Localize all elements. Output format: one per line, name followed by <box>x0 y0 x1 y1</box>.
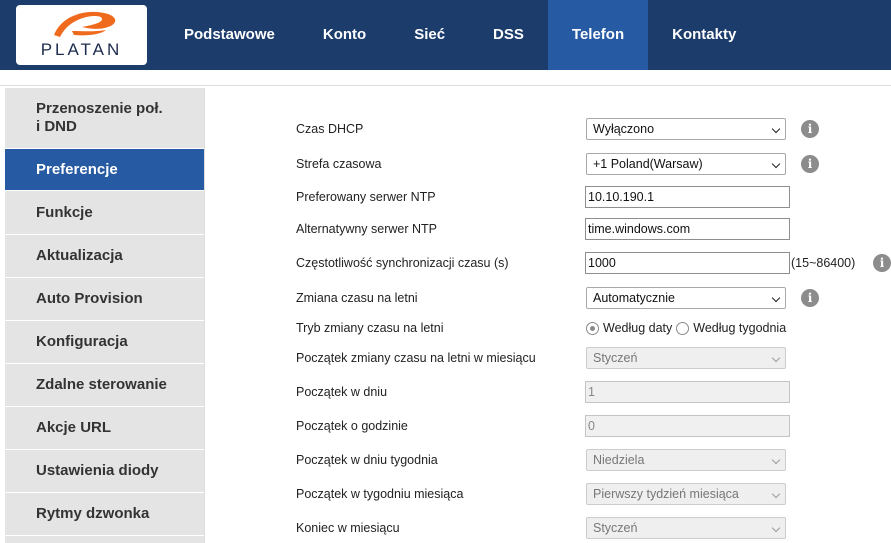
field-label: Początek w dniu <box>296 385 388 399</box>
logo-swoosh-icon <box>54 11 116 37</box>
field-label: Alternatywny serwer NTP <box>296 222 438 236</box>
field-label: Czas DHCP <box>296 122 364 136</box>
sync-interval-range: (15~86400) <box>791 256 856 270</box>
select-value: Styczeń <box>593 351 638 365</box>
field-label: Tryb zmiany czasu na letni <box>296 321 444 335</box>
nav-tab-dss[interactable]: DSS <box>469 0 548 70</box>
info-icon[interactable]: i <box>801 120 819 138</box>
end-month-select[interactable]: Styczeń <box>586 517 786 539</box>
form-row-ntp-primary: Preferowany serwer NTP 10.10.190.1 <box>205 184 891 210</box>
sidebar-item-label: Konfiguracja <box>36 333 128 350</box>
nav-tab-siec[interactable]: Sieć <box>390 0 469 70</box>
radio-label-by-date: Według daty <box>603 321 673 335</box>
form-row-dst: Zmiana czasu na letni Automatycznie i <box>205 285 891 311</box>
chevron-down-icon <box>771 293 781 303</box>
sidebar: Przenoszenie poł. i DND Preferencje Funk… <box>5 88 204 543</box>
field-label: Początek w dniu tygodnia <box>296 453 438 467</box>
radio-by-date[interactable] <box>586 321 599 335</box>
ntp-primary-input[interactable]: 10.10.190.1 <box>585 186 790 208</box>
sidebar-item-led-settings[interactable]: Ustawienia diody <box>5 450 204 493</box>
form-row-start-day: Początek w dniu 1 <box>205 379 891 405</box>
field-label: Początek o godzinie <box>296 419 408 433</box>
select-value: +1 Poland(Warsaw) <box>593 157 703 171</box>
start-hour-input[interactable]: 0 <box>585 415 790 437</box>
field-label: Częstotliwość synchronizacji czasu (s) <box>296 256 509 270</box>
sidebar-item-label: Preferencje <box>36 160 118 178</box>
nav-tab-konto[interactable]: Konto <box>299 0 390 70</box>
select-value: Automatycznie <box>593 291 675 305</box>
header-divider <box>0 70 891 86</box>
form-row-dst-start-month: Początek zmiany czasu na letni w miesiąc… <box>205 345 891 371</box>
info-icon[interactable]: i <box>801 289 819 307</box>
chevron-down-icon <box>771 455 781 465</box>
sidebar-item-call-forward-dnd[interactable]: Przenoszenie poł. i DND <box>5 88 204 149</box>
select-value: Styczeń <box>593 521 638 535</box>
form-row-timezone: Strefa czasowa +1 Poland(Warsaw) i <box>205 151 891 177</box>
nav-tab-telefon[interactable]: Telefon <box>547 0 649 70</box>
chevron-down-icon <box>771 159 781 169</box>
dhcp-time-select[interactable]: Wyłączono <box>586 118 786 140</box>
top-navigation-bar: PLATAN Podstawowe Konto Sieć DSS Telefon… <box>0 0 891 70</box>
sidebar-item-label: Rytmy dzwonka <box>36 505 150 522</box>
ntp-secondary-input[interactable]: time.windows.com <box>585 218 790 240</box>
sidebar-item-update[interactable]: Aktualizacja <box>5 235 204 278</box>
form-row-start-weekday: Początek w dniu tygodnia Niedziela <box>205 447 891 473</box>
form-row-sync-interval: Częstotliwość synchronizacji czasu (s) 1… <box>205 250 891 276</box>
sidebar-item-features[interactable]: Funkcje <box>5 192 204 235</box>
nav-tab-kontakty[interactable]: Kontakty <box>648 0 760 70</box>
logo-text: PLATAN <box>40 40 123 59</box>
preferences-form: Czas DHCP Wyłączono i Strefa czasowa +1 … <box>205 86 891 543</box>
sidebar-item-label: Akcje URL <box>36 419 112 436</box>
select-value: Niedziela <box>593 453 645 467</box>
sidebar-item-remote-control[interactable]: Zdalne sterowanie <box>5 364 204 407</box>
form-row-start-hour: Początek o godzinie 0 <box>205 413 891 439</box>
field-label: Koniec w miesiącu <box>296 521 400 535</box>
sidebar-item-label: Przenoszenie poł. i DND <box>36 100 163 135</box>
chevron-down-icon <box>771 124 781 134</box>
radio-by-week[interactable] <box>676 321 690 335</box>
start-day-input[interactable]: 1 <box>585 381 790 403</box>
sidebar-item-label: Aktualizacja <box>36 247 123 264</box>
start-week-of-month-select[interactable]: Pierwszy tydzień miesiąca <box>586 483 786 505</box>
chevron-down-icon <box>771 353 781 363</box>
field-label: Strefa czasowa <box>296 157 382 171</box>
sidebar-item-label: Auto Provision <box>36 290 143 307</box>
dst-mode-radio-group: Według daty Według tygodnia <box>586 315 790 341</box>
select-value: Pierwszy tydzień miesiąca <box>593 487 739 501</box>
sidebar-item-label: Funkcje <box>36 204 93 221</box>
field-label: Początek w tygodniu miesiąca <box>296 487 464 501</box>
form-row-end-month: Koniec w miesiącu Styczeń <box>205 515 891 541</box>
sidebar-item-label: Zdalne sterowanie <box>36 376 167 393</box>
sidebar-item-label: Ustawienia diody <box>36 462 159 479</box>
sidebar-item-ring-tones[interactable]: Rytmy dzwonka <box>5 493 204 536</box>
start-weekday-select[interactable]: Niedziela <box>586 449 786 471</box>
sidebar-item-auto-provision[interactable]: Auto Provision <box>5 278 204 321</box>
nav-tab-podstawowe[interactable]: Podstawowe <box>160 0 299 70</box>
form-row-dst-mode: Tryb zmiany czasu na letni Według daty W… <box>205 315 891 341</box>
sidebar-item-preferences[interactable]: Preferencje <box>5 149 204 191</box>
sync-interval-input[interactable]: 1000 <box>585 252 790 274</box>
chevron-down-icon <box>771 523 781 533</box>
dst-start-month-select[interactable]: Styczeń <box>586 347 786 369</box>
info-icon[interactable]: i <box>873 254 891 272</box>
platan-logo[interactable]: PLATAN <box>16 5 147 65</box>
timezone-select[interactable]: +1 Poland(Warsaw) <box>586 153 786 175</box>
select-value: Wyłączono <box>593 122 655 136</box>
sidebar-item-action-url[interactable]: Akcje URL <box>5 407 204 450</box>
sidebar-item-configuration[interactable]: Konfiguracja <box>5 321 204 364</box>
dst-select[interactable]: Automatycznie <box>586 287 786 309</box>
form-row-dhcp-time: Czas DHCP Wyłączono i <box>205 116 891 142</box>
radio-label-by-week: Według tygodnia <box>693 321 787 335</box>
field-label: Preferowany serwer NTP <box>296 190 436 204</box>
form-row-start-week-of-month: Początek w tygodniu miesiąca Pierwszy ty… <box>205 481 891 507</box>
form-row-ntp-secondary: Alternatywny serwer NTP time.windows.com <box>205 216 891 242</box>
field-label: Początek zmiany czasu na letni w miesiąc… <box>296 351 536 365</box>
field-label: Zmiana czasu na letni <box>296 291 418 305</box>
main-nav: Podstawowe Konto Sieć DSS Telefon Kontak… <box>160 0 760 70</box>
info-icon[interactable]: i <box>801 155 819 173</box>
chevron-down-icon <box>771 489 781 499</box>
